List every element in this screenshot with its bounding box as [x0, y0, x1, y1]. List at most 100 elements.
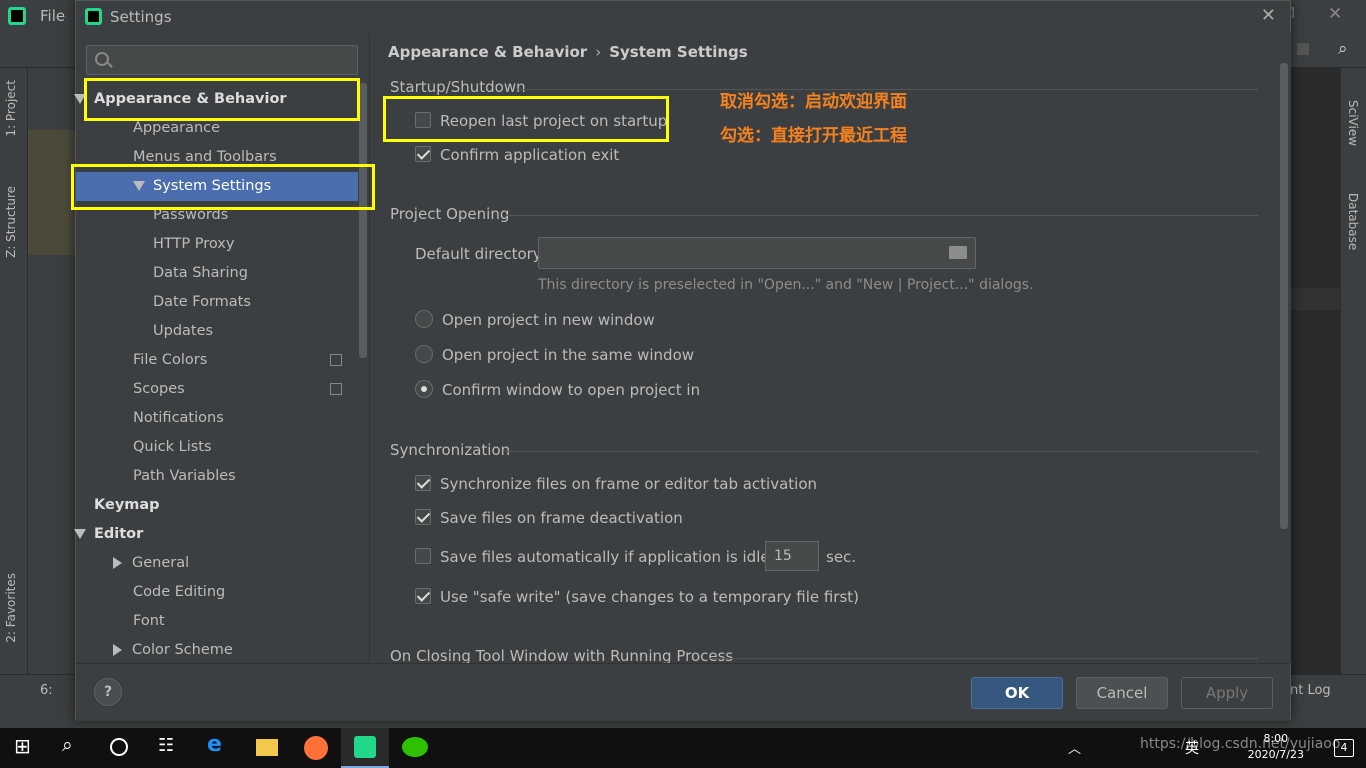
stop-icon[interactable] — [1297, 43, 1309, 55]
editor-current-line — [1290, 288, 1340, 310]
help-button[interactable]: ? — [94, 678, 122, 706]
edge-icon[interactable]: e — [207, 732, 231, 757]
sidebar-scrollbar[interactable] — [359, 83, 367, 358]
sidebar-item-color-scheme[interactable]: Color Scheme — [113, 636, 233, 665]
radio-button[interactable] — [415, 379, 433, 398]
search-icon[interactable]: ⌕ — [1338, 39, 1348, 59]
divider — [710, 658, 1258, 659]
default-directory-input[interactable] — [538, 237, 976, 269]
sidebar-item-file-colors[interactable]: File Colors — [133, 346, 342, 375]
right-tool-strip: SciView Database — [1340, 68, 1366, 678]
folder-icon[interactable] — [949, 246, 967, 259]
sidebar-item-label: Appearance — [133, 120, 221, 136]
checkbox-box[interactable] — [415, 145, 431, 162]
menu-file[interactable]: File — [40, 7, 65, 25]
sidebar-item-scopes[interactable]: Scopes — [133, 375, 342, 404]
apply-button[interactable]: Apply — [1181, 677, 1273, 709]
breadcrumb: Appearance & Behavior › System Settings — [388, 43, 748, 61]
idle-seconds-input[interactable]: 15 — [765, 541, 819, 571]
checkbox-label: Save files on frame deactivation — [440, 509, 683, 527]
chevron-right-icon[interactable] — [113, 557, 122, 569]
cortana-icon[interactable] — [110, 738, 128, 756]
chevron-down-icon[interactable] — [74, 529, 86, 539]
firefox-icon[interactable] — [304, 736, 328, 760]
safe-write-checkbox[interactable]: Use "safe write" (save changes to a temp… — [415, 587, 859, 606]
radio-label: Open project in the same window — [442, 346, 695, 364]
tab-favorites[interactable]: 2: Favorites — [4, 573, 18, 643]
sidebar-item-label: Editor — [94, 526, 144, 542]
checkbox-box[interactable] — [415, 474, 431, 491]
windows-taskbar: ⊞ ⌕ ☷ e https://blog.csdn.net/yujiaoo ︿ … — [0, 728, 1366, 768]
idle-unit-label: sec. — [826, 548, 857, 566]
left-tool-strip: 1: Project Z: Structure 2: Favorites — [0, 68, 28, 678]
sidebar-item-label: File Colors — [133, 352, 208, 368]
checkbox-box[interactable] — [415, 547, 431, 564]
chevron-right-icon[interactable] — [113, 644, 122, 656]
file-explorer-icon[interactable] — [256, 739, 278, 756]
close-icon[interactable]: ✕ — [1328, 4, 1342, 24]
sidebar-item-code-editing[interactable]: Code Editing — [133, 578, 225, 607]
checkbox-box[interactable] — [415, 587, 431, 604]
tab-database[interactable]: Database — [1346, 193, 1360, 250]
wechat-icon[interactable] — [402, 737, 428, 757]
radio-confirm-window[interactable]: Confirm window to open project in — [415, 379, 701, 400]
sidebar-item-font[interactable]: Font — [133, 607, 165, 636]
checkbox-box[interactable] — [415, 508, 431, 525]
breadcrumb-parent[interactable]: Appearance & Behavior — [388, 43, 587, 61]
sidebar-item-label: Path Variables — [133, 468, 236, 484]
radio-label: Confirm window to open project in — [442, 381, 701, 399]
ime-indicator[interactable]: 英 — [1185, 738, 1199, 758]
breadcrumb-separator: › — [595, 43, 602, 61]
search-input[interactable] — [86, 45, 358, 75]
annotation-check: 勾选：直接打开最近工程 — [720, 126, 907, 146]
ok-button[interactable]: OK — [971, 677, 1063, 709]
radio-button[interactable] — [415, 309, 433, 328]
sidebar-item-updates[interactable]: Updates — [153, 317, 213, 346]
save-on-deactivation-checkbox[interactable]: Save files on frame deactivation — [415, 508, 683, 527]
notification-icon[interactable]: 4 — [1334, 739, 1354, 757]
section-closing-tool-window: On Closing Tool Window with Running Proc… — [390, 647, 734, 663]
sidebar-item-keymap[interactable]: Keymap — [94, 491, 160, 520]
chevron-up-icon[interactable]: ︿ — [1068, 738, 1081, 757]
pycharm-taskbar-active[interactable] — [341, 728, 389, 768]
clock-date: 2020/7/23 — [1247, 748, 1304, 761]
clock[interactable]: 8:00 2020/7/23 — [1248, 731, 1304, 763]
sidebar-item-label: Code Editing — [133, 584, 226, 600]
sidebar-item-data-sharing[interactable]: Data Sharing — [153, 259, 248, 288]
sidebar-item-path-variables[interactable]: Path Variables — [133, 462, 236, 491]
sidebar-item-label: General — [132, 555, 190, 571]
sidebar-item-notifications[interactable]: Notifications — [133, 404, 224, 433]
dialog-footer: ? OK Cancel Apply — [76, 663, 1290, 721]
search-icon[interactable]: ⌕ — [62, 734, 86, 758]
radio-button[interactable] — [415, 344, 433, 363]
save-idle-checkbox[interactable]: Save files automatically if application … — [415, 547, 795, 566]
radio-open-same-window[interactable]: Open project in the same window — [415, 344, 695, 365]
cancel-button[interactable]: Cancel — [1076, 677, 1168, 709]
sidebar-item-http-proxy[interactable]: HTTP Proxy — [153, 230, 234, 259]
breadcrumb-current: System Settings — [609, 43, 748, 61]
section-synchronization: Synchronization — [390, 441, 511, 459]
sync-files-checkbox[interactable]: Synchronize files on frame or editor tab… — [415, 474, 817, 493]
search-icon — [95, 52, 109, 66]
divider — [505, 451, 1258, 452]
confirm-exit-checkbox[interactable]: Confirm application exit — [415, 145, 619, 164]
tab-sciview[interactable]: SciView — [1346, 100, 1360, 146]
sidebar-item-label: Keymap — [94, 497, 160, 513]
tool-tab-run[interactable]: 6: — [40, 683, 53, 698]
sidebar-item-label: Color Scheme — [132, 642, 233, 658]
sidebar-item-quick-lists[interactable]: Quick Lists — [133, 433, 212, 462]
content-scrollbar[interactable] — [1280, 63, 1288, 529]
sidebar-item-label: HTTP Proxy — [153, 236, 235, 252]
windows-start-icon[interactable]: ⊞ — [14, 734, 38, 758]
sidebar-item-general[interactable]: General — [113, 549, 189, 578]
radio-open-new-window[interactable]: Open project in new window — [415, 309, 655, 330]
default-directory-label: Default directory: — [415, 245, 546, 263]
tab-structure[interactable]: Z: Structure — [4, 186, 18, 258]
tab-project[interactable]: 1: Project — [4, 80, 18, 137]
sidebar-item-editor[interactable]: Editor — [74, 520, 143, 549]
sidebar-item-date-formats[interactable]: Date Formats — [153, 288, 251, 317]
clock-time: 8:00 — [1263, 732, 1289, 745]
close-icon[interactable]: ✕ — [1261, 5, 1276, 26]
event-log-tab[interactable]: nt Log — [1290, 683, 1331, 698]
task-view-icon[interactable]: ☷ — [158, 735, 182, 759]
